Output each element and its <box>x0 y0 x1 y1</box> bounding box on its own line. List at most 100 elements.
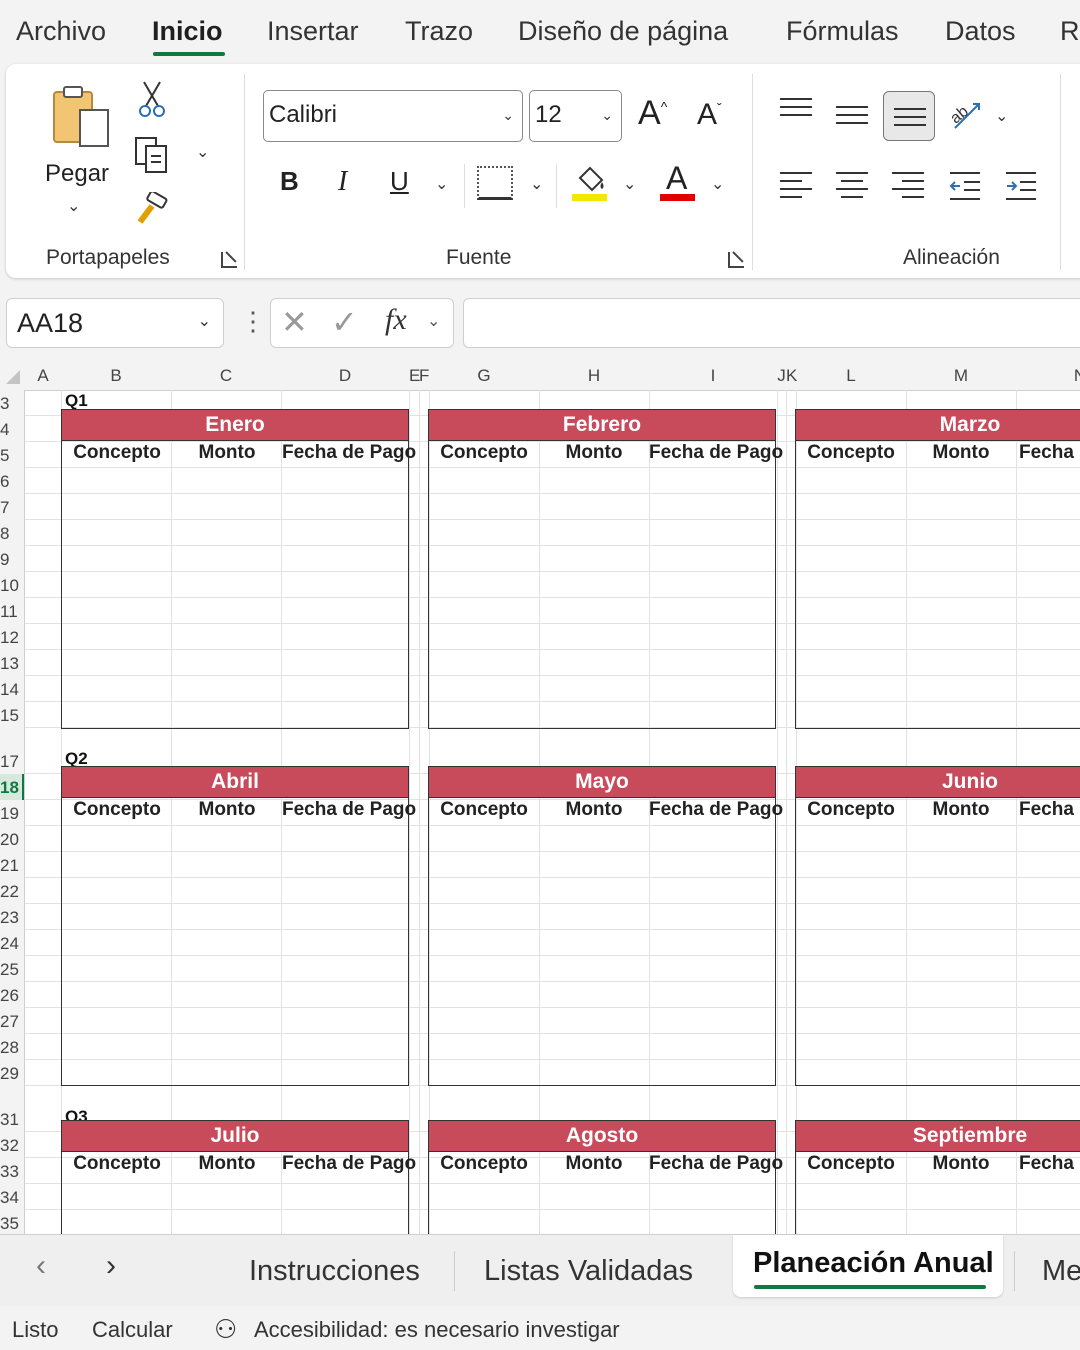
menu-tab-diseno-pagina[interactable]: Diseño de página <box>518 16 728 47</box>
enter-icon[interactable]: ✓ <box>331 303 358 341</box>
column-subheader[interactable]: Fecha de Pago <box>282 799 416 821</box>
column-header-c[interactable]: C <box>171 366 281 386</box>
chevron-down-icon[interactable]: ⌄ <box>198 311 211 331</box>
month-header[interactable]: Abril <box>62 767 408 798</box>
cancel-icon[interactable]: ✕ <box>281 303 308 341</box>
sheet-tab-instrucciones[interactable]: Instrucciones <box>249 1255 420 1288</box>
month-block[interactable]: JunioConceptoMontoFecha d <box>795 766 1080 1086</box>
name-box[interactable]: AA18 ⌄ <box>6 298 224 348</box>
column-subheader[interactable]: Fecha de Pago <box>649 442 783 464</box>
row-header-29[interactable]: 29 <box>0 1064 19 1084</box>
row-header-25[interactable]: 25 <box>0 960 19 980</box>
column-header-b[interactable]: B <box>61 366 171 386</box>
column-subheader[interactable]: Fecha de Pago <box>649 799 783 821</box>
column-header-f[interactable]: F <box>419 366 429 386</box>
next-sheet-icon[interactable]: › <box>106 1249 116 1283</box>
month-header[interactable]: Agosto <box>429 1121 775 1152</box>
column-subheader[interactable]: Monto <box>906 1153 1016 1175</box>
row-header-28[interactable]: 28 <box>0 1038 19 1058</box>
status-calculate[interactable]: Calcular <box>92 1317 173 1343</box>
column-subheader[interactable]: Concepto <box>429 799 539 821</box>
orientation-icon[interactable]: ab <box>947 96 983 132</box>
column-subheader[interactable]: Monto <box>172 442 282 464</box>
orientation-chevron-icon[interactable]: ⌄ <box>995 106 1008 126</box>
underline-icon[interactable]: U <box>390 166 409 197</box>
month-header[interactable]: Mayo <box>429 767 775 798</box>
column-subheader[interactable]: Fecha d <box>1016 799 1080 821</box>
row-header-3[interactable]: 3 <box>0 394 9 414</box>
decrease-font-size-icon[interactable]: Aˇ <box>697 98 722 132</box>
column-subheader[interactable]: Concepto <box>429 1153 539 1175</box>
row-header-7[interactable]: 7 <box>0 498 9 518</box>
row-header-10[interactable]: 10 <box>0 576 19 596</box>
row-header-23[interactable]: 23 <box>0 908 19 928</box>
spreadsheet-grid[interactable]: A B C D E F G H I J K L M N 345678910111… <box>0 362 1080 1234</box>
row-header-21[interactable]: 21 <box>0 856 19 876</box>
row-header-12[interactable]: 12 <box>0 628 19 648</box>
align-top-icon[interactable] <box>780 98 812 122</box>
column-subheader[interactable]: Fecha de Pago <box>649 1153 783 1175</box>
format-painter-icon[interactable] <box>134 190 170 226</box>
column-header-g[interactable]: G <box>429 366 539 386</box>
column-subheader[interactable]: Fecha de Pago <box>282 442 416 464</box>
align-left-icon[interactable] <box>780 172 812 204</box>
menu-tab-datos[interactable]: Datos <box>945 16 1016 47</box>
month-header[interactable]: Junio <box>796 767 1080 798</box>
align-right-icon[interactable] <box>892 172 924 204</box>
column-subheader[interactable]: Fecha d <box>1016 442 1080 464</box>
row-header-17[interactable]: 17 <box>0 752 19 772</box>
month-block[interactable]: Enero Concepto Monto Fecha de Pago <box>61 409 416 729</box>
column-header-d[interactable]: D <box>281 366 409 386</box>
row-header-24[interactable]: 24 <box>0 934 19 954</box>
month-block[interactable]: SeptiembreConceptoMontoFecha d <box>795 1120 1080 1234</box>
column-header-k[interactable]: K <box>786 366 797 386</box>
font-name-dropdown[interactable]: Calibri ⌄ <box>263 90 523 142</box>
row-header-32[interactable]: 32 <box>0 1136 19 1156</box>
underline-chevron-icon[interactable]: ⌄ <box>435 174 448 194</box>
column-subheader[interactable]: Concepto <box>62 1153 172 1175</box>
column-subheader[interactable]: Monto <box>172 799 282 821</box>
increase-font-size-icon[interactable]: A^ <box>638 94 667 133</box>
column-header-m[interactable]: M <box>906 366 1016 386</box>
month-header[interactable]: Enero <box>62 410 408 441</box>
month-block[interactable]: MarzoConceptoMontoFecha d <box>795 409 1080 729</box>
row-header-27[interactable]: 27 <box>0 1012 19 1032</box>
align-bottom-button[interactable] <box>883 91 935 141</box>
row-header-15[interactable]: 15 <box>0 706 19 726</box>
menu-tab-trazo[interactable]: Trazo <box>405 16 473 47</box>
align-middle-icon[interactable] <box>836 106 868 130</box>
row-header-18[interactable]: 18 <box>0 778 19 798</box>
menu-tab-inicio[interactable]: Inicio <box>152 16 223 47</box>
decrease-indent-icon[interactable] <box>948 170 982 202</box>
column-subheader[interactable]: Concepto <box>796 442 906 464</box>
more-options-icon[interactable]: ⋮ <box>240 306 266 337</box>
column-subheader[interactable]: Concepto <box>62 799 172 821</box>
cut-icon[interactable] <box>138 80 166 118</box>
borders-icon[interactable] <box>477 166 513 200</box>
copy-chevron-icon[interactable]: ⌄ <box>196 142 209 162</box>
select-all-icon[interactable] <box>6 370 20 384</box>
row-header-20[interactable]: 20 <box>0 830 19 850</box>
column-header-j[interactable]: J <box>777 366 786 386</box>
month-block[interactable]: Abril Concepto Monto Fecha de Pago <box>61 766 416 1086</box>
increase-indent-icon[interactable] <box>1004 170 1038 202</box>
paste-icon[interactable] <box>50 84 112 154</box>
sheet-tab-more[interactable]: Me <box>1042 1255 1080 1288</box>
row-header-6[interactable]: 6 <box>0 472 9 492</box>
column-subheader[interactable]: Monto <box>906 442 1016 464</box>
status-accessibility[interactable]: Accesibilidad: es necesario investigar <box>254 1317 620 1343</box>
menu-tab-insertar[interactable]: Insertar <box>267 16 359 47</box>
month-header[interactable]: Febrero <box>429 410 775 441</box>
row-header-31[interactable]: 31 <box>0 1110 19 1130</box>
row-header-5[interactable]: 5 <box>0 446 9 466</box>
accessibility-icon[interactable]: ⚇ <box>214 1314 237 1345</box>
fill-color-chevron-icon[interactable]: ⌄ <box>623 174 636 194</box>
column-subheader[interactable]: Monto <box>539 1153 649 1175</box>
row-header-22[interactable]: 22 <box>0 882 19 902</box>
column-header-a[interactable]: A <box>25 366 61 386</box>
column-header-l[interactable]: L <box>796 366 906 386</box>
quarter-label-q1[interactable]: Q1 <box>65 391 88 411</box>
paste-chevron-icon[interactable]: ⌄ <box>67 196 80 216</box>
row-header-11[interactable]: 11 <box>0 602 18 622</box>
month-header[interactable]: Marzo <box>796 410 1080 441</box>
